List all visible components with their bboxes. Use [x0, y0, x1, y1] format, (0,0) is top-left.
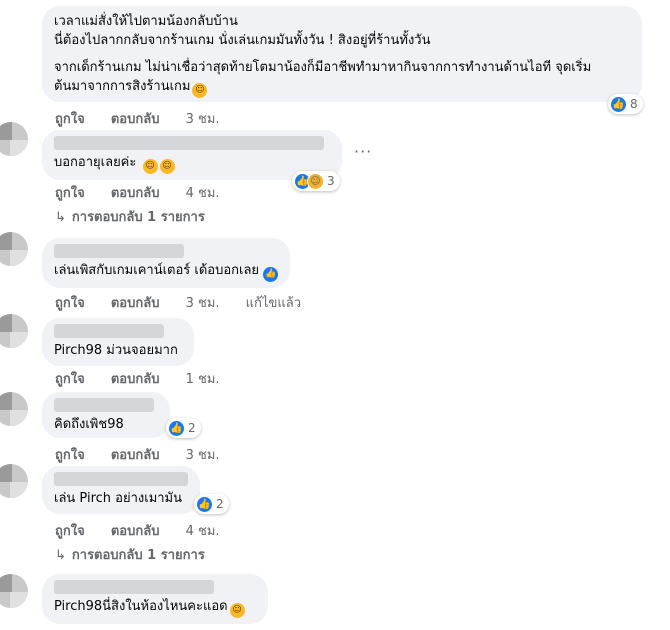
- comment-text: นี่ต้องไปลากกลับจากร้านเกม นั่งเล่นเกมมั…: [54, 33, 431, 48]
- view-replies-link[interactable]: ↳ การตอบกลับ 1 รายการ: [55, 206, 205, 227]
- like-icon: 👍: [196, 495, 213, 513]
- author-name[interactable]: [54, 324, 164, 338]
- like-button[interactable]: ถูกใจ: [55, 182, 85, 203]
- comments-panel: เวลาแม่สั่งให้ไปตามน้องกลับบ้าน นี่ต้องไ…: [0, 0, 670, 630]
- comment-bubble: เล่นเพิสกับเกมเคาน์เตอร์ เด้อบอกเลย 👍: [42, 238, 290, 288]
- comment-text: Pirch98นี่สิงในห้องไหนคะแอด ☺: [54, 597, 256, 618]
- comment-actions: ถูกใจ ตอบกลับ 4 ชม.: [55, 182, 242, 203]
- emoji-icon: ☺: [142, 159, 158, 174]
- reaction-count: 8: [630, 97, 638, 111]
- view-replies-label: การตอบกลับ 1 รายการ: [71, 548, 205, 563]
- comment-actions: ถูกใจ ตอบกลับ 4 ชม.: [55, 520, 242, 541]
- emoji-icon: ☺: [159, 159, 175, 174]
- comment-text-part: ต้นมาจากการสิงร้านเกม: [54, 79, 191, 94]
- comment-actions: ถูกใจ ตอบกลับ 3 ชม.: [55, 444, 242, 465]
- like-button[interactable]: ถูกใจ: [55, 368, 85, 389]
- comment-text: จากเด็กร้านเกม ไม่น่าเชื่อว่าสุดท้ายโตมา…: [54, 60, 592, 75]
- author-name[interactable]: [54, 580, 214, 594]
- timestamp[interactable]: 1 ชม.: [186, 368, 220, 389]
- comment-bubble: คิดถึงเพิช98: [42, 392, 170, 438]
- like-button[interactable]: ถูกใจ: [55, 520, 85, 541]
- author-name[interactable]: [54, 398, 154, 412]
- timestamp[interactable]: 3 ชม.: [186, 108, 220, 129]
- comment-actions: ถูกใจ ตอบกลับ 3 ชม.: [55, 108, 242, 129]
- reply-button[interactable]: ตอบกลับ: [111, 520, 160, 541]
- reply-button[interactable]: ตอบกลับ: [111, 444, 160, 465]
- like-icon: 👍: [610, 95, 627, 113]
- reply-button[interactable]: ตอบกลับ: [111, 292, 160, 313]
- avatar[interactable]: [0, 392, 28, 426]
- reply-button[interactable]: ตอบกลับ: [111, 368, 160, 389]
- like-button[interactable]: ถูกใจ: [55, 292, 85, 313]
- avatar[interactable]: [0, 574, 28, 608]
- timestamp[interactable]: 3 ชม.: [186, 444, 220, 465]
- reaction-summary[interactable]: 👍 ☺ 3: [292, 171, 340, 191]
- edited-label: แก้ไขแล้ว: [245, 296, 301, 311]
- comment-bubble: Pirch98 ม่วนจอยมาก: [42, 318, 194, 366]
- like-button[interactable]: ถูกใจ: [55, 444, 85, 465]
- haha-icon: ☺: [307, 172, 324, 190]
- comment-text-part: บอกอายุเลยค่ะ: [54, 155, 137, 170]
- avatar[interactable]: [0, 464, 28, 498]
- timestamp[interactable]: 4 ชม.: [186, 520, 220, 541]
- avatar[interactable]: [0, 122, 28, 156]
- author-name[interactable]: [54, 136, 324, 150]
- comment-actions: ถูกใจ ตอบกลับ 1 ชม.: [55, 368, 242, 389]
- comment-text: Pirch98 ม่วนจอยมาก: [54, 343, 178, 358]
- like-icon: 👍: [168, 419, 185, 437]
- reaction-count: 2: [188, 421, 196, 435]
- view-replies-link[interactable]: ↳ การตอบกลับ 1 รายการ: [55, 544, 205, 565]
- reaction-summary[interactable]: 👍 2: [166, 418, 201, 438]
- comment-bubble: Pirch98นี่สิงในห้องไหนคะแอด ☺: [42, 574, 268, 624]
- more-options-icon[interactable]: ···: [354, 142, 372, 161]
- author-name[interactable]: [54, 472, 188, 486]
- reply-button[interactable]: ตอบกลับ: [111, 108, 160, 129]
- comment-text: เล่น Pirch อย่างเมามัน: [54, 491, 183, 506]
- reply-arrow-icon: ↳: [55, 210, 66, 225]
- reply-arrow-icon: ↳: [55, 548, 66, 563]
- comment-text: เวลาแม่สั่งให้ไปตามน้องกลับบ้าน: [54, 14, 238, 29]
- avatar[interactable]: [0, 314, 28, 348]
- like-icon: 👍: [263, 267, 279, 282]
- avatar[interactable]: [0, 232, 28, 266]
- comment-text: ต้นมาจากการสิงร้านเกม ☺: [54, 77, 630, 98]
- like-button[interactable]: ถูกใจ: [55, 108, 85, 129]
- timestamp[interactable]: 3 ชม.: [186, 292, 220, 313]
- view-replies-label: การตอบกลับ 1 รายการ: [71, 210, 205, 225]
- comment-text-part: Pirch98นี่สิงในห้องไหนคะแอด: [54, 599, 228, 614]
- comment-text-part: เล่นเพิสกับเกมเคาน์เตอร์ เด้อบอกเลย: [54, 263, 260, 278]
- comment-actions: ถูกใจ ตอบกลับ 3 ชม. แก้ไขแล้ว: [55, 292, 323, 313]
- reaction-summary[interactable]: 👍 2: [194, 494, 229, 514]
- comment-text: เล่นเพิสกับเกมเคาน์เตอร์ เด้อบอกเลย 👍: [54, 261, 279, 282]
- comment-bubble: เล่น Pirch อย่างเมามัน: [42, 466, 200, 514]
- reaction-summary[interactable]: 👍 8: [608, 94, 643, 114]
- comment-text: บอกอายุเลยค่ะ ☺ ☺: [54, 153, 330, 174]
- comment-text: คิดถึงเพิช98: [54, 417, 124, 432]
- author-name[interactable]: [54, 244, 184, 258]
- reaction-count: 2: [216, 497, 224, 511]
- reaction-count: 3: [327, 174, 335, 188]
- timestamp[interactable]: 4 ชม.: [186, 182, 220, 203]
- emoji-icon: ☺: [229, 603, 245, 618]
- reply-button[interactable]: ตอบกลับ: [111, 182, 160, 203]
- comment-bubble: เวลาแม่สั่งให้ไปตามน้องกลับบ้าน นี่ต้องไ…: [42, 6, 642, 102]
- emoji-icon: ☺: [192, 83, 208, 98]
